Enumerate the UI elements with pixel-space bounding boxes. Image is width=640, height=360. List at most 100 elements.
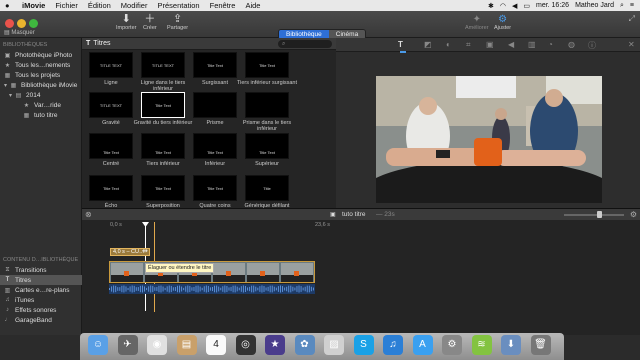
disclosure-triangle-icon[interactable]: ▾ (3, 82, 8, 89)
close-timeline-icon[interactable]: ⊗ (85, 210, 92, 219)
title-tile[interactable]: Title Text (89, 175, 133, 201)
disclosure-triangle-icon[interactable]: ▾ (8, 92, 13, 99)
color-balance-icon[interactable]: ◩ (424, 40, 432, 49)
crop-icon[interactable]: ⌗ (466, 40, 471, 50)
audio-waveform[interactable] (109, 284, 315, 294)
systemprefs-icon[interactable]: ⚙ (442, 335, 462, 355)
preview-icon[interactable]: ▨ (324, 335, 344, 355)
timeline-settings-icon[interactable]: ▣ (330, 211, 336, 218)
iphoto-icon[interactable]: ✿ (294, 335, 315, 355)
close-window-button[interactable] (5, 19, 14, 28)
sidebar-item-all-projects[interactable]: ▦ Tous les projets (0, 70, 81, 80)
filter-icon[interactable]: ◍ (568, 40, 575, 49)
title-tile[interactable]: TITLE TEXT (89, 92, 133, 118)
music-icon: ♫ (5, 297, 10, 303)
volume-icon[interactable]: ◀ (512, 2, 517, 10)
sidebar-item-project[interactable]: ▦ tuto titre (0, 110, 81, 120)
title-tile[interactable]: Title Text (193, 52, 237, 78)
zoom-slider[interactable] (564, 214, 624, 216)
zoom-slider-knob[interactable] (597, 211, 602, 218)
sidebar-item-event[interactable]: ★ Var…ride (0, 100, 81, 110)
timeline-settings-gear-icon[interactable]: ⚙ (630, 210, 637, 219)
reset-icon[interactable]: ✕ (628, 40, 635, 49)
menu-edition[interactable]: Édition (83, 1, 116, 10)
title-tool-icon[interactable]: T (398, 40, 403, 49)
spotlight-icon[interactable]: ⌕ (620, 2, 624, 10)
menu-modifier[interactable]: Modifier (116, 1, 153, 10)
chrome-icon[interactable]: ◉ (147, 335, 167, 355)
import-button[interactable]: ⬇ Importer (116, 13, 136, 31)
enhance-button[interactable]: ✦ Améliorer (465, 14, 489, 31)
share-button[interactable]: ⇪ Partager (167, 13, 188, 31)
contacts-icon[interactable]: ▤ (176, 335, 197, 355)
noise-reduction-icon[interactable]: ▥ (528, 40, 536, 49)
sidebar-item-itunes[interactable]: ♫ iTunes (0, 295, 82, 305)
sidebar-item-garageband[interactable]: ♩ GarageBand (0, 315, 82, 325)
sidebar-item-transitions[interactable]: ⧖ Transitions (0, 265, 82, 275)
title-tile[interactable]: Title Text (141, 133, 185, 159)
title-tile[interactable]: Title Text (245, 133, 289, 159)
title-tile[interactable]: TITLE TEXT (141, 52, 185, 78)
clock[interactable]: mer. 16:26 (536, 2, 569, 9)
sidebar-item-maps[interactable]: ▥ Cartes e…re-plans (0, 285, 82, 295)
minimize-window-button[interactable] (17, 19, 26, 28)
title-tile-label: Surgissant (202, 80, 228, 86)
itunes-icon[interactable]: ♫ (383, 335, 403, 355)
sidebar-item-all-events[interactable]: ★ Tous les…nements (0, 60, 81, 70)
title-tile[interactable]: TITLE TEXT (89, 52, 133, 78)
apple-menu-icon[interactable]: ● (5, 1, 17, 10)
fullscreen-icon[interactable]: ⤢ (629, 14, 635, 24)
user-name[interactable]: Matheo Jard (575, 2, 614, 9)
sidebar-item-imovie-library[interactable]: ▾ ▦ Bibliothèque iMovie (0, 80, 81, 90)
battery-icon[interactable]: ▭ (523, 2, 530, 10)
sidebar-item-iphoto[interactable]: ▣ Photothèque iPhoto (0, 50, 81, 60)
title-tile[interactable] (245, 92, 289, 118)
stabilization-icon[interactable]: ▣ (486, 40, 494, 49)
title-tile[interactable]: Title Text (89, 133, 133, 159)
sidebar-item-2014[interactable]: ▾ ▤ 2014 (0, 90, 81, 100)
menu-fichier[interactable]: Fichier (50, 1, 83, 10)
title-tile[interactable]: Title Text (245, 52, 289, 78)
adjust-button[interactable]: ⚙ Ajuster (494, 14, 511, 31)
calendar-icon[interactable]: 4 (206, 335, 226, 355)
spotify-icon[interactable]: ≋ (471, 335, 492, 355)
volume-tool-icon[interactable]: ◀ (508, 40, 514, 49)
title-tile[interactable]: Title (245, 175, 289, 201)
wifi-icon[interactable]: ◠ (500, 2, 506, 10)
notifications-icon[interactable]: ≡ (630, 2, 634, 9)
appstore-icon[interactable]: A (412, 335, 433, 355)
sidebar-item-sound-effects[interactable]: ♪ Effets sonores (0, 305, 82, 315)
hide-libraries-button[interactable]: ▤ Masquer (4, 29, 35, 36)
info-icon[interactable]: ⓘ (588, 40, 596, 51)
title-tile[interactable]: Title Text (141, 175, 185, 201)
title-tile[interactable]: Title Text (193, 133, 237, 159)
sidebar-item-label: Photothèque iPhoto (15, 51, 73, 59)
title-tile[interactable]: Title Text (193, 175, 237, 201)
title-tile[interactable]: Title Text (141, 92, 185, 118)
downloads-icon[interactable]: ⬇ (501, 335, 521, 355)
menu-imovie[interactable]: iMovie (17, 1, 50, 10)
title-tile[interactable] (193, 92, 237, 118)
menu-fenetre[interactable]: Fenêtre (205, 1, 241, 10)
photobooth-icon[interactable]: ◎ (235, 335, 256, 355)
filmstrip-frame-cup (226, 271, 231, 276)
create-button[interactable]: ＋ Créer (143, 13, 157, 31)
menu-presentation[interactable]: Présentation (152, 1, 204, 10)
bluetooth-icon[interactable]: ✱ (488, 2, 494, 10)
menu-aide[interactable]: Aide (240, 1, 265, 10)
imovie-icon[interactable]: ★ (265, 335, 285, 355)
speed-icon[interactable]: ◔ (548, 40, 553, 49)
launchpad-icon[interactable]: ✈ (117, 335, 138, 355)
zoom-window-button[interactable] (29, 19, 38, 28)
waveform-bar (158, 285, 160, 293)
color-correction-icon[interactable]: ◐ (446, 40, 451, 49)
finder-icon[interactable]: ☺ (88, 335, 108, 355)
trash-icon[interactable]: 🗑 (530, 335, 551, 355)
waveform-bar (187, 285, 189, 293)
menubar-status: ✱ ◠ ◀ ▭ mer. 16:26 Matheo Jard ⌕ ≡ (488, 2, 640, 10)
film-icon: ▦ (4, 72, 11, 79)
search-input[interactable]: ⌕ (278, 40, 332, 48)
skype-icon[interactable]: S (353, 335, 374, 355)
sidebar-item-titles[interactable]: T Titres (0, 275, 82, 285)
waveform-bar (247, 287, 249, 291)
